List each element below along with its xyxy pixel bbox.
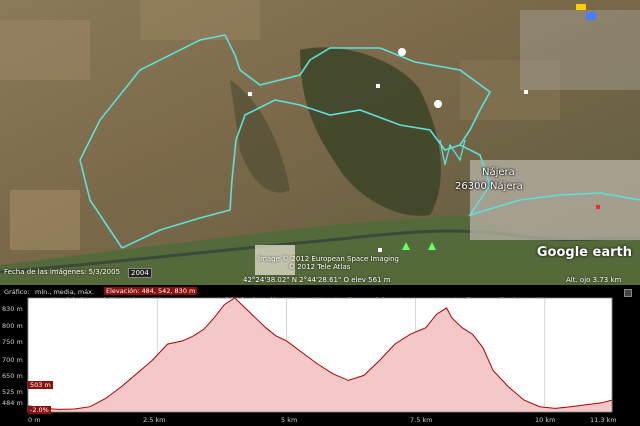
elevation-summary: Elevación: 484, 542, 830 m bbox=[104, 287, 198, 295]
x-tick: 2.5 km bbox=[143, 416, 166, 424]
total-interval-label: Total de intervalo: bbox=[53, 296, 112, 304]
distance-summary: Distancia: 11.3 km bbox=[108, 296, 170, 304]
graph-label: Gráfico: bbox=[4, 288, 30, 296]
x-tick: 5 km bbox=[281, 416, 298, 424]
y-tick: 750 m bbox=[2, 338, 23, 346]
google-earth-logo: Google earth bbox=[536, 245, 632, 260]
gain-loss-summary: Incremento/pérdida de elevación: 538 m, … bbox=[173, 296, 333, 304]
graph-modes[interactable]: mín., media, máx. bbox=[35, 288, 94, 296]
cursor-slope: -2.0% bbox=[28, 406, 51, 414]
elevation-profile-panel: Gráfico: mín., media, máx. Elevación: 48… bbox=[0, 285, 640, 426]
copyright-line-2: © 2012 Tele Atlas bbox=[288, 263, 351, 271]
y-tick: 800 m bbox=[2, 322, 23, 330]
town-label: 26300 Nájera bbox=[455, 181, 523, 192]
satellite-map[interactable]: Fecha de las imágenes: 5/3/2005 2004 42°… bbox=[0, 0, 640, 285]
y-tick: 830 m bbox=[2, 305, 23, 313]
imagery-date: Fecha de las imágenes: 5/3/2005 bbox=[4, 268, 121, 276]
eye-altitude: Alt. ojo 3.73 km bbox=[566, 276, 622, 284]
max-slope-summary: Pendiente máxima: 34.4%, -44.1% bbox=[334, 296, 447, 304]
town-short-label: Nájera bbox=[482, 167, 515, 178]
y-tick: 700 m bbox=[2, 356, 23, 364]
imagery-year-badge[interactable]: 2004 bbox=[128, 268, 152, 278]
copyright-line-1: Image © 2012 European Space Imaging bbox=[258, 255, 399, 263]
coordinates-readout: 42°24'38.02" N 2°44'28.61" O elev 561 m bbox=[243, 276, 391, 284]
x-tick: 11.3 km bbox=[590, 416, 617, 424]
x-tick: 0 m bbox=[28, 416, 41, 424]
avg-slope-summary: Pendiente media: 7.8%, -7.8% bbox=[453, 296, 552, 304]
y-tick: 525 m bbox=[2, 388, 23, 396]
map-imagery bbox=[0, 0, 640, 285]
y-tick: 650 m bbox=[2, 372, 23, 380]
y-tick: 484 m bbox=[2, 399, 23, 407]
cursor-elevation: 503 m bbox=[28, 381, 53, 389]
x-tick: 10 km bbox=[535, 416, 556, 424]
close-profile-icon[interactable] bbox=[624, 289, 632, 297]
x-tick: 7.5 km bbox=[410, 416, 433, 424]
